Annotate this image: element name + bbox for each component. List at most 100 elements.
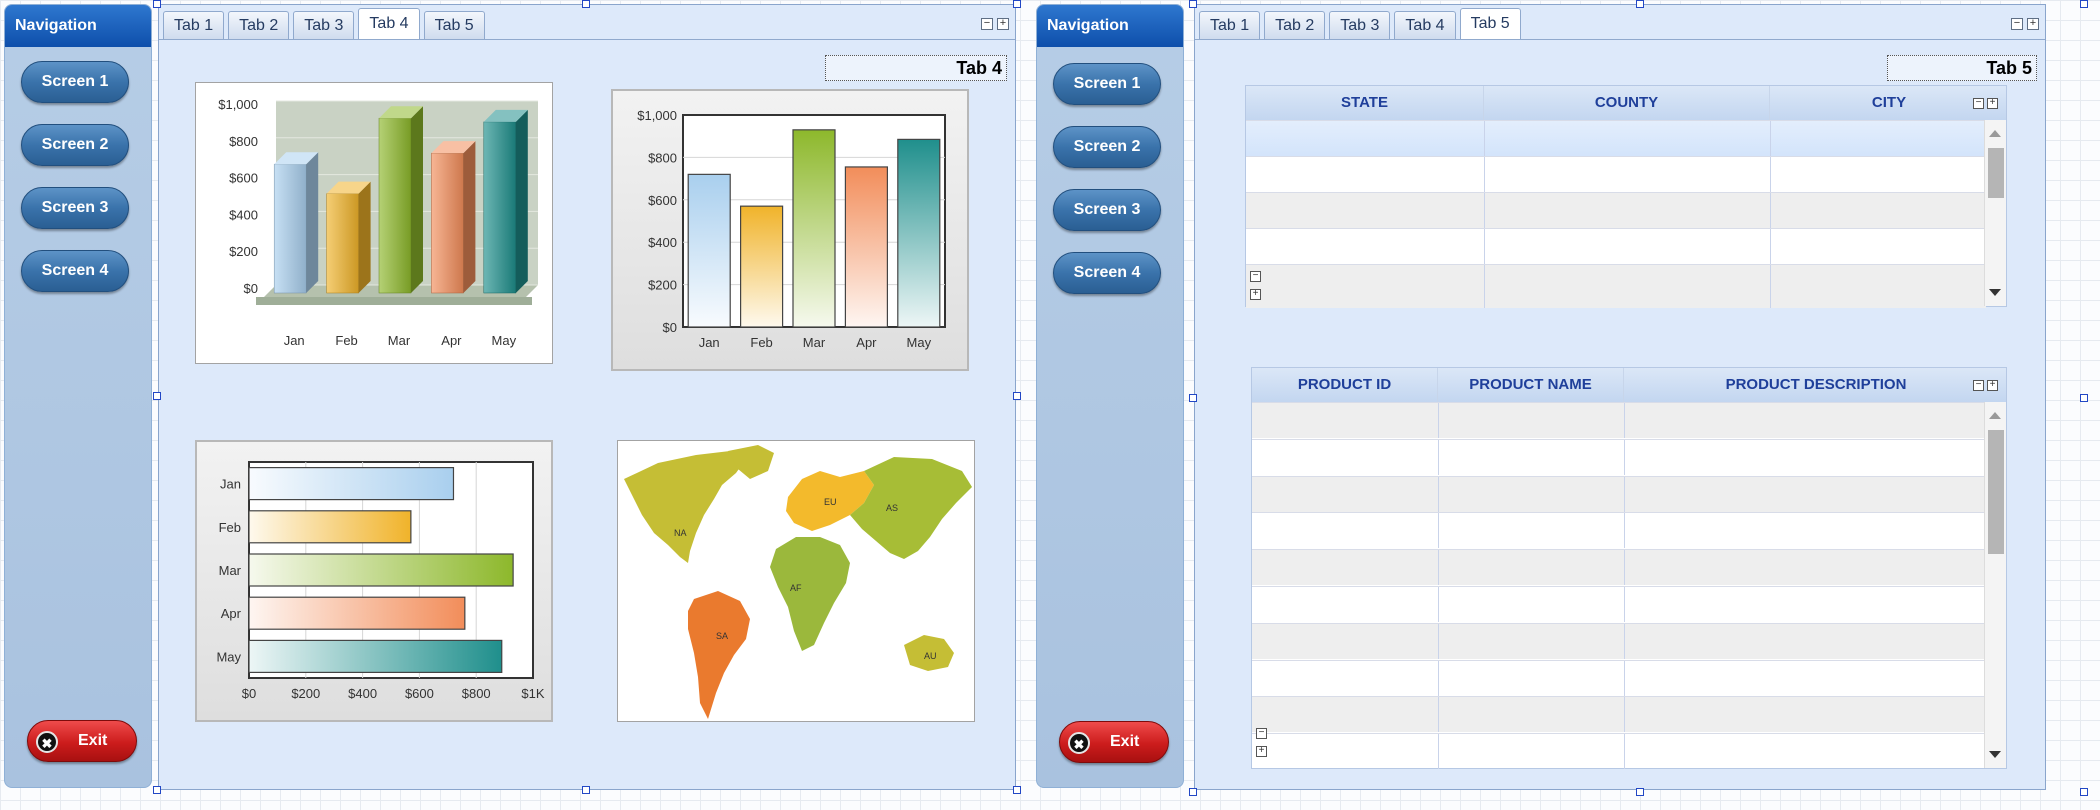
tab-2[interactable]: Tab 2 [1264, 11, 1326, 39]
screen-1-button[interactable]: Screen 1 [1053, 63, 1161, 105]
column-product-name[interactable]: PRODUCT NAME [1438, 368, 1624, 402]
collapse-icon[interactable]: − [1256, 728, 1267, 740]
expand-icon[interactable]: + [1256, 746, 1267, 758]
bar-side [463, 141, 476, 293]
table-row[interactable] [1252, 659, 1986, 696]
y-tick-label: Feb [219, 520, 241, 535]
column-product-id[interactable]: PRODUCT ID [1252, 368, 1438, 402]
tab-5[interactable]: Tab 5 [1459, 8, 1521, 39]
selection-handle[interactable] [1013, 786, 1021, 794]
exit-button[interactable]: ✖ Exit [27, 720, 137, 762]
selection-handle[interactable] [1189, 394, 1197, 402]
table-row[interactable] [1252, 512, 1986, 549]
expand-icon[interactable]: + [1987, 98, 1998, 109]
navigation-panel: Navigation Screen 1 Screen 2 Screen 3 Sc… [4, 4, 152, 788]
table-cell-divider [1624, 550, 1625, 586]
selection-handle[interactable] [153, 0, 161, 8]
y-tick-label: $400 [229, 207, 258, 222]
table-cell-divider [1624, 697, 1625, 733]
selection-handle[interactable] [1636, 0, 1644, 8]
bar-side [411, 106, 423, 293]
screen-2-button[interactable]: Screen 2 [21, 124, 129, 166]
location-grid-header: STATE COUNTY CITY − + [1246, 86, 2006, 120]
selection-handle[interactable] [1636, 788, 1644, 796]
exit-button[interactable]: ✖ Exit [1059, 721, 1169, 763]
vertical-scrollbar[interactable] [1984, 402, 2006, 768]
tab-divider [1195, 39, 2045, 40]
table-row[interactable] [1246, 192, 1986, 228]
screen-3-button[interactable]: Screen 3 [21, 187, 129, 229]
selection-handle[interactable] [1189, 0, 1197, 8]
table-row[interactable] [1252, 586, 1986, 622]
collapse-icon[interactable]: − [1973, 380, 1984, 391]
selection-handle[interactable] [2080, 0, 2088, 8]
tab-3[interactable]: Tab 3 [293, 11, 355, 39]
expand-icon[interactable]: + [1250, 289, 1261, 300]
active-tab-label: Tab 5 [1887, 55, 2037, 81]
map-region-north-america[interactable] [624, 451, 746, 563]
chart-columns: $0 $200 $400 $600 $800 $1,000 Jan Feb Mar Apr May [611, 89, 969, 371]
selection-handle[interactable] [153, 392, 161, 400]
table-row[interactable] [1252, 549, 1986, 586]
table-cell-divider [1624, 623, 1625, 659]
tab-5[interactable]: Tab 5 [423, 11, 485, 39]
tab-3[interactable]: Tab 3 [1329, 11, 1391, 39]
minimize-icon[interactable]: − [981, 18, 993, 30]
table-row[interactable] [1246, 228, 1986, 264]
column-state[interactable]: STATE [1246, 86, 1484, 120]
collapse-icon[interactable]: − [1973, 98, 1984, 109]
map-region-africa[interactable] [770, 537, 850, 651]
selection-handle[interactable] [1013, 392, 1021, 400]
screen-4-button[interactable]: Screen 4 [1053, 252, 1161, 294]
table-row[interactable] [1252, 438, 1986, 475]
map-region-south-america[interactable] [688, 591, 750, 719]
tab-4[interactable]: Tab 4 [1394, 11, 1456, 39]
table-row[interactable]: − + [1252, 728, 1986, 770]
column-county[interactable]: COUNTY [1484, 86, 1770, 120]
screen-2-button[interactable]: Screen 2 [1053, 126, 1161, 168]
scroll-down-icon[interactable] [1989, 289, 2001, 296]
tab-1[interactable]: Tab 1 [163, 11, 225, 39]
table-row[interactable] [1252, 622, 1986, 659]
tab-2[interactable]: Tab 2 [228, 11, 290, 39]
tab-divider [159, 39, 1015, 40]
map-region-asia[interactable] [850, 457, 972, 559]
screen-4-button[interactable]: Screen 4 [21, 250, 129, 292]
selection-handle[interactable] [1013, 0, 1021, 8]
table-row[interactable] [1252, 475, 1986, 512]
vertical-scrollbar[interactable] [1984, 120, 2006, 306]
table-row[interactable]: − + [1246, 264, 1986, 308]
map-label-sa: SA [716, 631, 728, 641]
minimize-icon[interactable]: − [2011, 18, 2023, 30]
scrollbar-thumb[interactable] [1988, 148, 2004, 198]
x-tick-label: May [907, 335, 932, 350]
selection-handle[interactable] [582, 786, 590, 794]
scroll-up-icon[interactable] [1989, 130, 2001, 137]
x-tick-label: Feb [335, 333, 357, 348]
scrollbar-thumb[interactable] [1988, 430, 2004, 554]
product-grid-header: PRODUCT ID PRODUCT NAME PRODUCT DESCRIPT… [1252, 368, 2006, 402]
scroll-up-icon[interactable] [1989, 412, 2001, 419]
expand-icon[interactable]: + [1987, 380, 1998, 391]
selection-handle[interactable] [153, 786, 161, 794]
selection-handle[interactable] [2080, 394, 2088, 402]
table-row[interactable] [1246, 156, 1986, 192]
tab-1[interactable]: Tab 1 [1199, 11, 1261, 39]
column-product-description[interactable]: PRODUCT DESCRIPTION [1624, 368, 2008, 402]
x-tick-label: $800 [462, 686, 491, 701]
selection-handle[interactable] [2080, 788, 2088, 796]
y-tick-label: $400 [648, 235, 677, 250]
table-row[interactable] [1246, 120, 1986, 156]
selection-handle[interactable] [1189, 788, 1197, 796]
table-row[interactable] [1252, 696, 1986, 733]
table-row[interactable] [1252, 402, 1986, 438]
maximize-icon[interactable]: + [997, 18, 1009, 30]
maximize-icon[interactable]: + [2027, 18, 2039, 30]
selection-handle[interactable] [582, 0, 590, 8]
y-tick-label: $600 [229, 171, 258, 186]
screen-3-button[interactable]: Screen 3 [1053, 189, 1161, 231]
screen-1-button[interactable]: Screen 1 [21, 61, 129, 103]
scroll-down-icon[interactable] [1989, 751, 2001, 758]
collapse-icon[interactable]: − [1250, 271, 1261, 282]
tab-4[interactable]: Tab 4 [358, 8, 420, 39]
